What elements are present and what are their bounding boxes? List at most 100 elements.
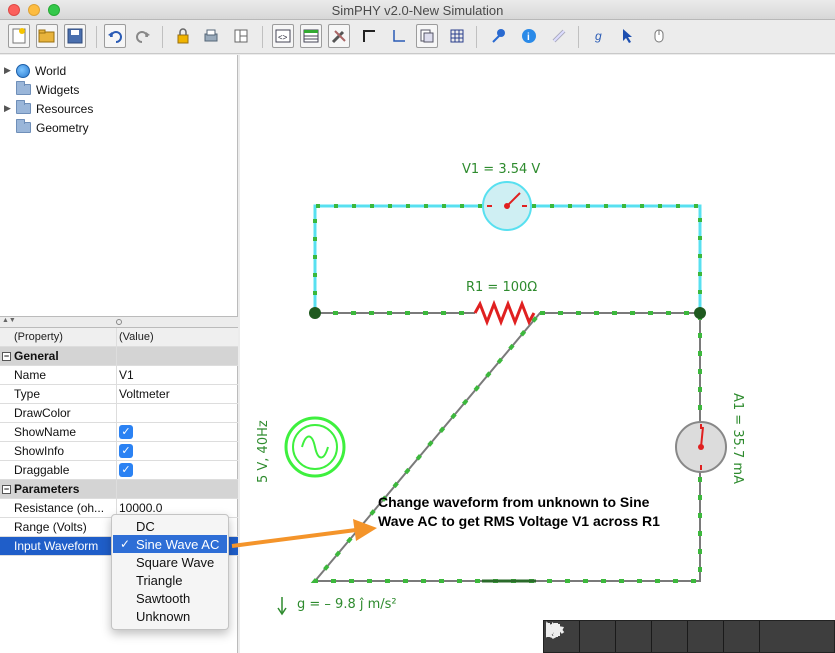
folder-icon	[16, 100, 31, 114]
code-view-icon[interactable]: <>	[272, 24, 294, 48]
resistor-label: R1 = 100Ω	[466, 280, 537, 295]
pen-icon[interactable]	[547, 621, 796, 652]
dropdown-option-sine-wave-ac[interactable]: ✓ Sine Wave AC	[113, 535, 227, 553]
gravity-label: g = – 9.8 ĵ m/s²	[297, 597, 397, 612]
expand-arrow-icon[interactable]: ▶	[4, 65, 16, 76]
simulation-canvas[interactable]: V1 = 3.54 V R1 = 100Ω 5 V, 40Hz A1 = 35.…	[240, 55, 835, 653]
collapse-icon[interactable]: −	[2, 351, 11, 361]
dropdown-option-sawtooth[interactable]: Sawtooth	[113, 589, 227, 607]
group-parameters[interactable]: − Parameters	[0, 480, 238, 499]
expand-arrow-icon[interactable]: ▶	[4, 103, 16, 114]
source-label: 5 V, 40Hz	[256, 420, 271, 483]
property-label: ShowInfo	[0, 442, 117, 460]
step-forward-icon[interactable]	[547, 621, 760, 652]
properties-header: (Property) (Value)	[0, 328, 238, 347]
tools-icon[interactable]	[328, 24, 350, 48]
svg-text:g: g	[595, 29, 602, 43]
draggable-checkbox[interactable]: ✓	[119, 463, 133, 477]
group-label: General	[14, 349, 59, 363]
tree-item-widgets[interactable]: Widgets	[4, 80, 79, 99]
reset-icon[interactable]	[546, 621, 616, 652]
tree-item-geometry[interactable]: Geometry	[4, 118, 89, 137]
link-icon[interactable]	[548, 24, 570, 48]
lock-icon[interactable]	[172, 24, 194, 48]
pause-icon[interactable]	[546, 621, 688, 652]
annotation-callout: Change waveform from unknown to Sine Wav…	[378, 494, 660, 529]
resistor-r1[interactable]	[473, 299, 536, 327]
open-folder-icon[interactable]	[36, 24, 58, 48]
info-icon[interactable]: i	[518, 24, 540, 48]
option-label: Triangle	[136, 572, 183, 588]
property-row-showname[interactable]: ShowName ✓	[0, 423, 238, 442]
circuit-wire[interactable]	[310, 311, 702, 583]
tree-item-world[interactable]: ▶ World	[4, 61, 66, 80]
group-general[interactable]: − General	[0, 347, 238, 366]
tree-item-resources[interactable]: ▶ Resources	[4, 99, 93, 118]
dropdown-option-triangle[interactable]: Triangle	[113, 571, 227, 589]
object-tree: ▶ World Widgets ▶ Resources Geometry	[0, 55, 238, 317]
ammeter-a1[interactable]	[675, 421, 727, 473]
property-column-header[interactable]: (Property)	[0, 328, 117, 346]
showname-checkbox[interactable]: ✓	[119, 425, 133, 439]
property-row-type[interactable]: Type Voltmeter	[0, 385, 238, 404]
option-label: Square Wave	[136, 554, 215, 570]
main-toolbar: <> i g	[0, 20, 835, 54]
collapse-icon[interactable]: −	[2, 484, 11, 494]
ac-voltage-source[interactable]	[284, 416, 346, 478]
property-label: Type	[0, 385, 117, 403]
panel-splitter[interactable]: ▲▼	[0, 317, 238, 328]
showinfo-checkbox[interactable]: ✓	[119, 444, 133, 458]
property-value[interactable]	[117, 404, 238, 422]
split-arrows-icon[interactable]: ▲▼	[2, 317, 16, 324]
table-view-icon[interactable]	[300, 24, 322, 48]
dropdown-option-dc[interactable]: DC	[113, 517, 227, 535]
new-file-icon[interactable]	[8, 24, 30, 48]
junction-node[interactable]	[309, 307, 321, 319]
property-row-draggable[interactable]: Draggable ✓	[0, 461, 238, 480]
gravity-icon[interactable]: g	[588, 24, 610, 48]
property-label: Input Waveform	[0, 537, 117, 555]
folder-icon	[16, 81, 31, 95]
option-label: Unknown	[136, 608, 191, 624]
redo-icon[interactable]	[132, 24, 154, 48]
property-row-name[interactable]: Name V1	[0, 366, 238, 385]
dropdown-option-square-wave[interactable]: Square Wave	[113, 553, 227, 571]
corner-icon[interactable]	[358, 24, 380, 48]
group-label: Parameters	[14, 482, 80, 496]
grid-icon[interactable]	[446, 24, 468, 48]
property-label: ShowName	[0, 423, 117, 441]
value-column-header[interactable]: (Value)	[117, 328, 238, 346]
voltmeter-v1[interactable]	[482, 181, 532, 231]
property-label: Range (Volts)	[0, 518, 117, 536]
tree-item-label: Widgets	[36, 82, 80, 97]
property-value[interactable]: Voltmeter	[117, 385, 238, 403]
globe-icon	[16, 63, 30, 78]
dropdown-option-unknown[interactable]: Unknown	[113, 607, 227, 625]
tree-item-label: Geometry	[36, 120, 89, 135]
option-label: Sine Wave AC	[136, 536, 220, 552]
print-icon[interactable]	[200, 24, 222, 48]
folder-icon	[16, 119, 31, 133]
title-bar: SimPHY v2.0-New Simulation	[0, 0, 835, 20]
mouse-icon[interactable]	[648, 24, 670, 48]
undo-step-icon[interactable]	[546, 621, 652, 652]
property-value[interactable]: V1	[117, 366, 238, 384]
junction-node[interactable]	[694, 307, 706, 319]
axis-icon[interactable]	[388, 24, 410, 48]
property-row-showinfo[interactable]: ShowInfo ✓	[0, 442, 238, 461]
undo-icon[interactable]	[104, 24, 126, 48]
check-icon: ✓	[120, 537, 131, 551]
layout-icon[interactable]	[230, 24, 252, 48]
redo-step-icon[interactable]	[545, 621, 724, 652]
property-label: DrawColor	[0, 404, 117, 422]
pin-icon[interactable]	[488, 24, 510, 48]
svg-text:<>: <>	[278, 33, 288, 42]
copy-icon[interactable]	[416, 24, 438, 48]
property-row-drawcolor[interactable]: DrawColor	[0, 404, 238, 423]
window-title: SimPHY v2.0-New Simulation	[331, 3, 504, 18]
move-icon[interactable]	[618, 24, 640, 48]
waveform-dropdown[interactable]: DC ✓ Sine Wave AC Square Wave Triangle Sa…	[111, 514, 229, 630]
save-icon[interactable]	[64, 24, 86, 48]
property-label: Draggable	[0, 461, 117, 479]
split-handle-icon[interactable]	[116, 319, 122, 325]
